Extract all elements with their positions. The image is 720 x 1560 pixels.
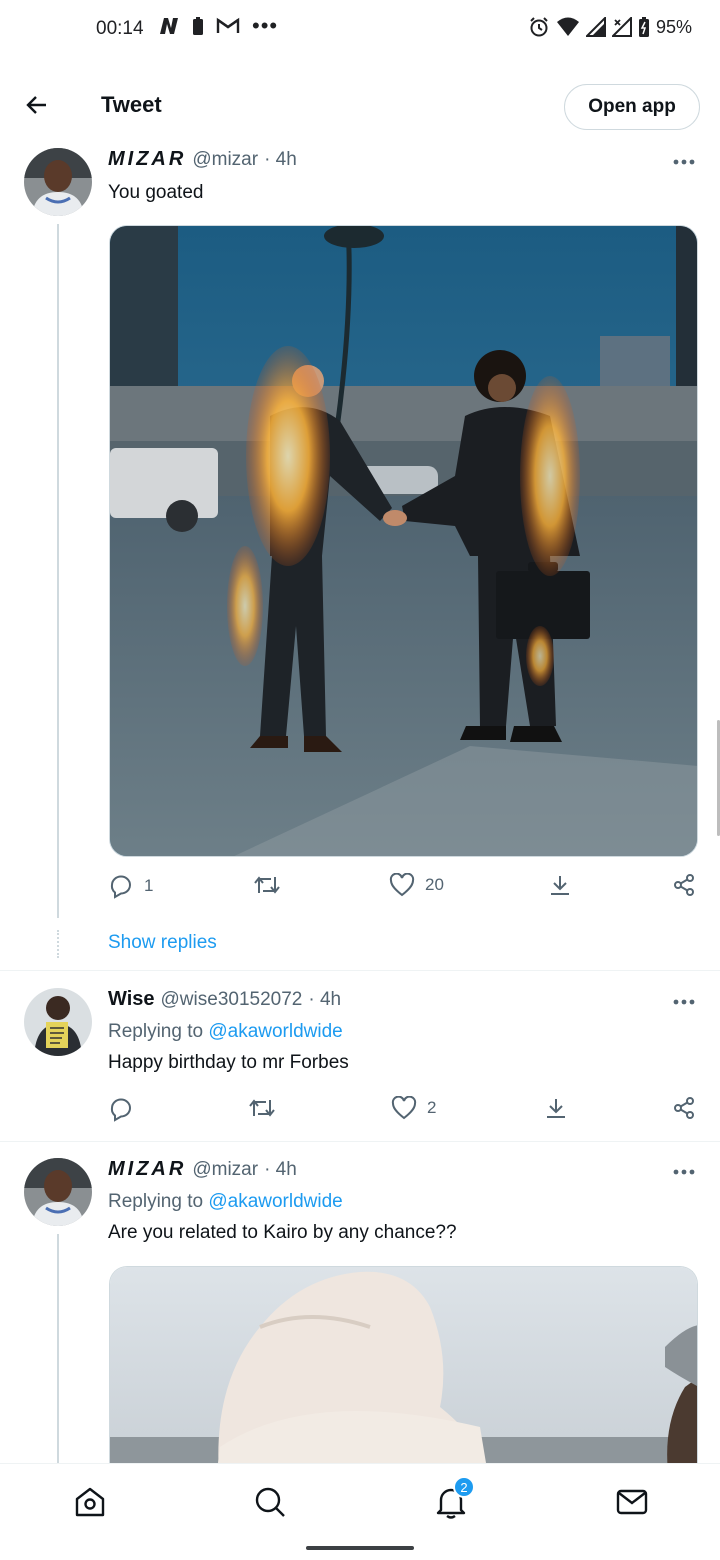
notification-n-icon — [160, 18, 178, 34]
tweet-actions: 1 20 — [108, 873, 698, 903]
heart-icon — [389, 873, 415, 897]
like-button[interactable]: 20 — [389, 873, 444, 897]
battery-icon — [638, 17, 649, 37]
tweet-divider — [0, 970, 720, 971]
heart-icon — [391, 1096, 417, 1120]
share-button[interactable] — [672, 1096, 696, 1120]
tweet-header: MIZAR @mizar · 4h — [108, 1158, 297, 1181]
tweet-header: Wise @wise30152072 · 4h — [108, 988, 341, 1011]
tweet-image[interactable] — [109, 1266, 698, 1486]
like-count: 2 — [427, 1098, 437, 1117]
download-icon — [551, 876, 569, 895]
search-icon — [255, 1487, 285, 1517]
author-name[interactable]: MIZAR — [108, 148, 186, 171]
avatar[interactable] — [24, 1158, 92, 1226]
bottom-nav: 2 — [0, 1463, 720, 1537]
download-icon — [547, 1099, 565, 1118]
reply-button[interactable]: 1 — [108, 873, 153, 899]
retweet-icon — [249, 1099, 275, 1117]
tweet-time: · 4h — [264, 1159, 297, 1180]
nav-notifications[interactable]: 2 — [431, 1476, 475, 1522]
tweet-3[interactable]: MIZAR @mizar · 4h Replying to @akaworldw… — [0, 1158, 720, 1486]
signal-icon — [585, 17, 606, 37]
thread-dots — [57, 930, 59, 958]
status-time: 00:14 — [96, 18, 144, 39]
nav-messages[interactable] — [612, 1482, 652, 1522]
avatar[interactable] — [24, 148, 92, 216]
author-handle[interactable]: @mizar — [192, 1159, 258, 1181]
tweet-1[interactable]: MIZAR @mizar · 4h You goated 1 20 Show r… — [0, 148, 720, 970]
page-title: Tweet — [101, 92, 162, 117]
author-handle[interactable]: @mizar — [192, 149, 258, 171]
signal-x-icon — [611, 17, 632, 37]
more-options-button[interactable] — [672, 990, 696, 1014]
tweet-header: MIZAR @mizar · 4h — [108, 148, 297, 171]
thread-line — [57, 1234, 59, 1463]
reply-count: 1 — [144, 876, 154, 895]
more-horizontal-icon — [673, 999, 695, 1005]
replying-to: Replying to @akaworldwide — [108, 1191, 343, 1213]
status-left-icons: ••• — [158, 13, 279, 38]
like-count: 20 — [425, 875, 444, 894]
battery-percentage: 95% — [655, 16, 692, 37]
retweet-button[interactable] — [253, 873, 291, 897]
open-app-button[interactable]: Open app — [564, 84, 700, 130]
author-handle[interactable]: @wise30152072 — [161, 989, 303, 1011]
share-download-button[interactable] — [548, 873, 572, 897]
tweet-divider — [0, 1141, 720, 1142]
more-options-button[interactable] — [672, 150, 696, 174]
more-dots-icon: ••• — [252, 13, 279, 38]
back-button[interactable] — [20, 88, 54, 122]
more-horizontal-icon — [673, 1169, 695, 1175]
share-button[interactable] — [672, 873, 696, 897]
back-arrow-icon — [26, 96, 46, 114]
tweet-time: · 4h — [308, 989, 342, 1010]
gmail-icon — [216, 17, 240, 33]
reply-icon — [110, 875, 131, 899]
alarm-icon — [530, 17, 548, 37]
status-bar: 00:14 ••• 95% — [0, 0, 720, 58]
tweet-image[interactable] — [109, 225, 698, 857]
reply-icon — [110, 1098, 131, 1122]
battery-saver-icon — [193, 17, 203, 35]
reply-button[interactable] — [108, 1096, 144, 1122]
replying-prefix: Replying to — [108, 1021, 204, 1042]
tweet-text: Happy birthday to mr Forbes — [108, 1052, 349, 1073]
tweet-actions: 2 — [108, 1096, 698, 1126]
share-icon — [674, 874, 694, 896]
author-name[interactable]: Wise — [108, 988, 155, 1011]
tweet-time: · 4h — [264, 149, 297, 170]
replying-prefix: Replying to — [108, 1191, 204, 1212]
thread-line — [57, 224, 59, 918]
share-icon — [674, 1097, 694, 1119]
notifications-badge: 2 — [453, 1476, 475, 1498]
avatar[interactable] — [24, 988, 92, 1056]
mention-link[interactable]: @akaworldwide — [208, 1021, 342, 1042]
replying-to: Replying to @akaworldwide — [108, 1021, 343, 1043]
mention-link[interactable]: @akaworldwide — [208, 1191, 342, 1212]
top-header: Tweet Open app — [0, 70, 720, 142]
show-replies-link[interactable]: Show replies — [108, 932, 217, 954]
home-indicator[interactable] — [306, 1546, 414, 1550]
author-name[interactable]: MIZAR — [108, 1158, 186, 1181]
messages-icon — [616, 1489, 648, 1515]
tweet-2[interactable]: Wise @wise30152072 · 4h Replying to @aka… — [0, 988, 720, 1140]
wifi-icon — [556, 17, 579, 36]
share-download-button[interactable] — [544, 1096, 568, 1120]
more-horizontal-icon — [673, 159, 695, 165]
like-button[interactable]: 2 — [391, 1096, 436, 1120]
tweet-text: You goated — [108, 182, 204, 203]
status-right-icons: 95% — [528, 16, 692, 38]
home-icon — [75, 1487, 105, 1517]
more-options-button[interactable] — [672, 1160, 696, 1184]
nav-home[interactable] — [70, 1482, 110, 1522]
tweet-text: Are you related to Kairo by any chance?? — [108, 1222, 457, 1243]
retweet-icon — [254, 876, 280, 894]
retweet-button[interactable] — [248, 1096, 286, 1120]
nav-search[interactable] — [250, 1482, 290, 1522]
